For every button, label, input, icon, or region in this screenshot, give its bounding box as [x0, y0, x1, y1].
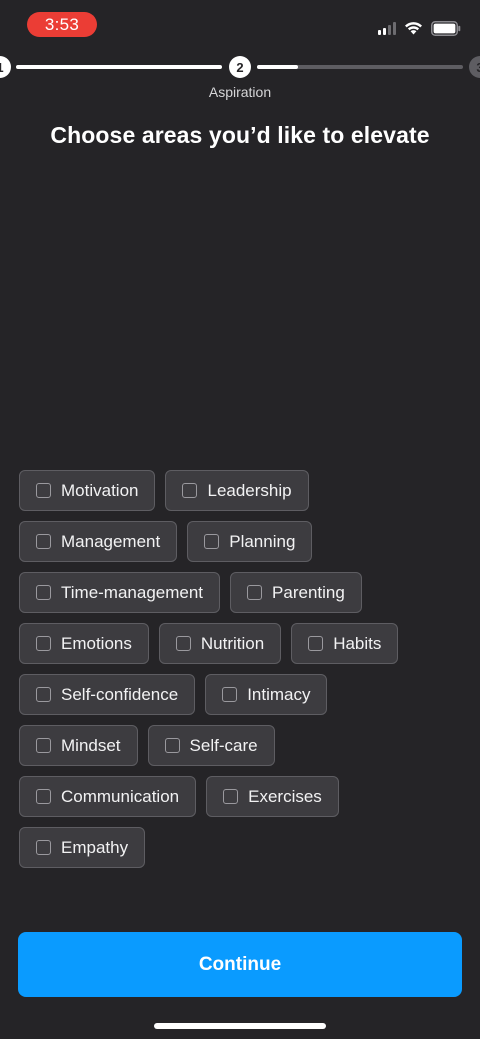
- chip-intimacy[interactable]: Intimacy: [205, 674, 328, 715]
- checkbox-icon: [36, 738, 51, 753]
- chip-label: Empathy: [61, 837, 129, 857]
- home-indicator[interactable]: [154, 1023, 326, 1029]
- checkbox-icon: [247, 585, 263, 600]
- chip-label: Mindset: [61, 735, 121, 755]
- continue-button[interactable]: Continue: [18, 932, 462, 997]
- chip-row: Motivation Leadership: [19, 470, 464, 511]
- chip-parenting[interactable]: Parenting: [230, 572, 362, 613]
- chip-empathy[interactable]: Empathy: [19, 827, 146, 868]
- chip-mindset[interactable]: Mindset: [19, 725, 138, 766]
- checkbox-icon: [36, 483, 51, 498]
- screen: 3:53 1 2 3 Aspiration Choose areas you’d…: [0, 0, 480, 1039]
- checkbox-icon: [223, 789, 239, 804]
- chip-label: Self-care: [189, 735, 258, 755]
- checkbox-icon: [175, 636, 191, 651]
- chip-exercises[interactable]: Exercises: [206, 776, 339, 817]
- chip-row: Time-management Parenting: [19, 572, 464, 613]
- checkbox-icon: [36, 585, 51, 600]
- checkbox-icon: [164, 738, 180, 753]
- chip-management[interactable]: Management: [19, 521, 178, 562]
- chip-nutrition[interactable]: Nutrition: [158, 623, 282, 664]
- chip-label: Exercises: [248, 786, 322, 806]
- chip-motivation[interactable]: Motivation: [19, 470, 156, 511]
- chip-label: Emotions: [61, 633, 132, 653]
- chip-planning[interactable]: Planning: [187, 521, 313, 562]
- chip-habits[interactable]: Habits: [291, 623, 399, 664]
- page-title: Choose areas you’d like to elevate: [50, 122, 430, 148]
- current-step-label: Aspiration: [208, 84, 272, 100]
- status-time: 3:53: [27, 12, 97, 37]
- chip-leadership[interactable]: Leadership: [165, 470, 309, 511]
- chip-label: Intimacy: [247, 684, 311, 704]
- progress-line-1: [16, 65, 222, 69]
- checkbox-icon: [308, 636, 324, 651]
- chip-label: Management: [61, 531, 161, 551]
- chip-label: Time-management: [61, 582, 204, 602]
- chip-row: Emotions Nutrition Habits: [19, 623, 464, 664]
- chip-row: Mindset Self-care: [19, 725, 464, 766]
- chip-self-care[interactable]: Self-care: [147, 725, 275, 766]
- chip-row: Empathy: [19, 827, 464, 868]
- checkbox-icon: [36, 534, 51, 549]
- wifi-icon: [405, 22, 422, 35]
- cellular-signal-icon: [378, 21, 396, 35]
- chip-row: Management Planning: [19, 521, 464, 562]
- chip-label: Parenting: [272, 582, 345, 602]
- chip-communication[interactable]: Communication: [19, 776, 197, 817]
- checkbox-icon: [36, 687, 51, 702]
- battery-icon: [431, 20, 461, 36]
- progress-line-2-fill: [257, 65, 298, 69]
- checkbox-icon: [222, 687, 238, 702]
- chip-label: Planning: [229, 531, 296, 551]
- step-1-indicator: 1: [0, 56, 11, 78]
- checkbox-icon: [36, 789, 51, 804]
- chip-time-management[interactable]: Time-management: [19, 572, 221, 613]
- chip-row: Communication Exercises: [19, 776, 464, 817]
- checkbox-icon: [36, 840, 51, 855]
- chip-label: Leadership: [207, 480, 292, 500]
- chip-label: Communication: [61, 786, 180, 806]
- step-3-indicator: 3: [469, 56, 480, 78]
- chip-emotions[interactable]: Emotions: [19, 623, 149, 664]
- status-icons: [378, 18, 461, 38]
- chip-row: Self-confidence Intimacy: [19, 674, 464, 715]
- checkbox-icon: [36, 636, 51, 651]
- areas-chip-group: Motivation Leadership Management Plannin…: [19, 470, 464, 878]
- chip-self-confidence[interactable]: Self-confidence: [19, 674, 196, 715]
- chip-label: Self-confidence: [61, 684, 179, 704]
- checkbox-icon: [204, 534, 220, 549]
- chip-label: Nutrition: [200, 633, 265, 653]
- chip-label: Motivation: [61, 480, 139, 500]
- step-2-indicator: 2: [229, 56, 251, 78]
- checkbox-icon: [182, 483, 198, 498]
- chip-label: Habits: [333, 633, 382, 653]
